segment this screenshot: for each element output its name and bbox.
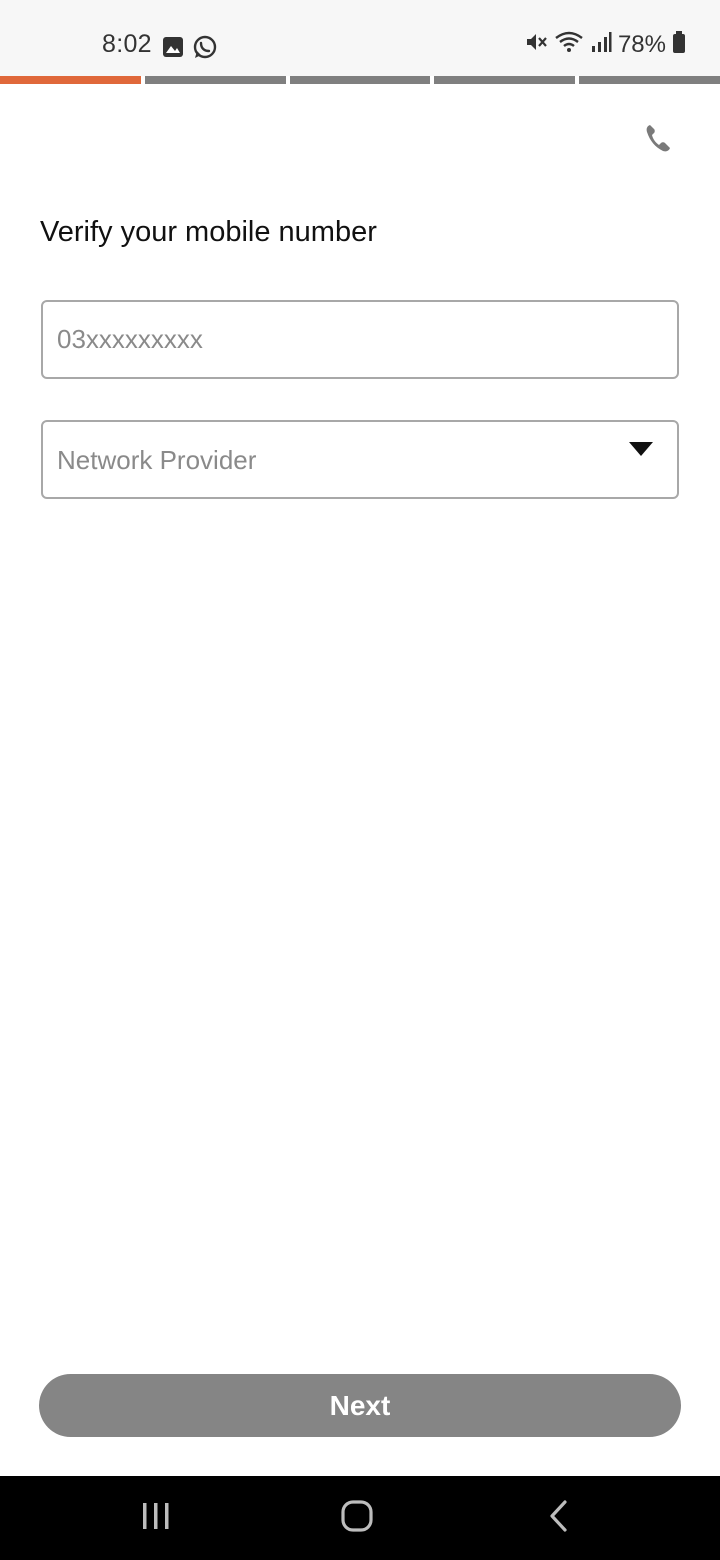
call-support-button[interactable] bbox=[638, 120, 678, 160]
whatsapp-icon bbox=[192, 34, 218, 65]
battery-icon bbox=[672, 30, 686, 59]
status-notification-icons bbox=[162, 34, 218, 65]
back-button[interactable] bbox=[509, 1476, 609, 1560]
wifi-icon bbox=[554, 30, 584, 59]
status-time: 8:02 bbox=[102, 30, 152, 58]
recents-icon bbox=[140, 1501, 172, 1536]
gallery-icon bbox=[162, 36, 184, 63]
step-progress bbox=[0, 76, 720, 84]
home-icon bbox=[340, 1499, 374, 1538]
mute-icon bbox=[524, 30, 548, 59]
chevron-down-icon bbox=[629, 442, 653, 456]
page-title: Verify your mobile number bbox=[40, 216, 377, 248]
battery-percentage: 78% bbox=[617, 30, 666, 58]
progress-step-3 bbox=[289, 76, 431, 84]
recents-button[interactable] bbox=[106, 1476, 206, 1560]
mobile-number-input[interactable] bbox=[43, 302, 677, 377]
system-navigation-bar bbox=[0, 1476, 720, 1560]
status-system-icons: 78% bbox=[524, 30, 686, 59]
network-provider-label: Network Provider bbox=[57, 445, 257, 475]
home-button[interactable] bbox=[307, 1476, 407, 1560]
phone-icon bbox=[644, 123, 672, 158]
back-icon bbox=[547, 1499, 571, 1538]
progress-step-4 bbox=[434, 76, 576, 84]
status-bar: 8:02 78% bbox=[0, 0, 720, 76]
progress-step-1 bbox=[0, 76, 141, 84]
mobile-number-field[interactable] bbox=[41, 300, 679, 379]
signal-icon bbox=[590, 31, 612, 58]
network-provider-dropdown[interactable]: Network Provider bbox=[41, 420, 679, 499]
progress-step-2 bbox=[144, 76, 286, 84]
progress-step-5 bbox=[579, 76, 720, 84]
next-button[interactable]: Next bbox=[39, 1374, 681, 1437]
